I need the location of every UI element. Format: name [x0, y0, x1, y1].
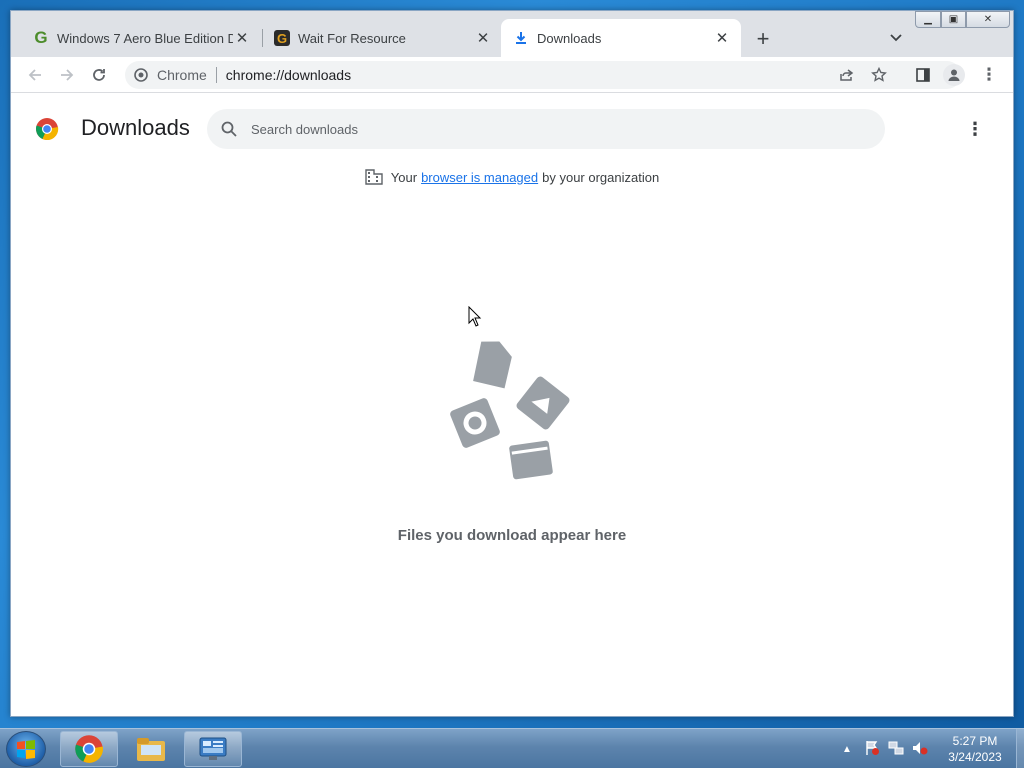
- taskbar-control-panel-icon[interactable]: [184, 731, 242, 767]
- tab-title: Wait For Resource: [298, 30, 406, 46]
- managed-notice: Your browser is managed by your organiza…: [11, 169, 1013, 185]
- chrome-site-icon: [133, 67, 149, 83]
- search-input[interactable]: [251, 121, 851, 137]
- building-icon: [365, 169, 383, 185]
- chrome-logo-icon: [36, 118, 59, 141]
- start-button-windows-logo-icon[interactable]: [6, 731, 46, 767]
- clock-time: 5:27 PM: [952, 734, 998, 748]
- new-tab-button[interactable]: +: [751, 26, 775, 51]
- managed-prefix: Your: [390, 169, 418, 185]
- bookmark-star-icon[interactable]: [871, 67, 887, 83]
- window-controls: ▁ ▣ ✕: [915, 11, 1010, 28]
- network-icon[interactable]: [888, 740, 904, 759]
- profile-avatar-icon[interactable]: [943, 64, 965, 86]
- tab-wait-for-resource[interactable]: G Wait For Resource ✕: [262, 19, 502, 57]
- clock-date: 3/24/2023: [948, 750, 1002, 764]
- page-title: Downloads: [81, 115, 190, 140]
- browser-toolbar: Chrome chrome://downloads ⋮: [11, 57, 1013, 93]
- back-button[interactable]: [23, 63, 47, 87]
- minimize-button[interactable]: ▁: [915, 11, 941, 28]
- address-bar[interactable]: Chrome chrome://downloads: [125, 61, 961, 89]
- site-label: Chrome: [157, 67, 207, 83]
- managed-suffix: by your organization: [542, 169, 660, 185]
- taskbar-file-explorer-icon[interactable]: [122, 731, 180, 767]
- windows-taskbar: ▲ 5:27 PM 3/24/2023: [0, 728, 1024, 768]
- close-tab-icon[interactable]: ✕: [233, 29, 251, 47]
- downloads-page: Downloads ⋮ Your browser is managed by y…: [11, 93, 1013, 716]
- browser-managed-link[interactable]: browser is managed: [421, 170, 538, 185]
- forward-button[interactable]: [55, 63, 79, 87]
- volume-muted-icon[interactable]: [912, 740, 928, 759]
- browser-window: G Windows 7 Aero Blue Edition Do ✕ G Wai…: [10, 10, 1014, 717]
- side-panel-icon[interactable]: [911, 63, 935, 87]
- reload-button[interactable]: [87, 63, 111, 87]
- close-tab-icon[interactable]: ✕: [474, 29, 492, 47]
- share-icon[interactable]: [839, 67, 855, 83]
- download-favicon-icon: [513, 30, 529, 46]
- close-tab-icon[interactable]: ✕: [713, 29, 731, 47]
- system-clock[interactable]: 5:27 PM 3/24/2023: [936, 733, 1014, 765]
- tab-windows7-aero[interactable]: G Windows 7 Aero Blue Edition Do ✕: [21, 19, 261, 57]
- tab-title: Windows 7 Aero Blue Edition Do: [57, 30, 233, 46]
- tab-downloads[interactable]: Downloads ✕: [501, 19, 741, 57]
- downloads-more-actions-icon[interactable]: ⋮: [966, 117, 984, 141]
- tab-search-chevron-icon[interactable]: [885, 27, 907, 49]
- tab-strip: G Windows 7 Aero Blue Edition Do ✕ G Wai…: [11, 11, 1013, 57]
- action-center-flag-icon[interactable]: [864, 740, 880, 759]
- taskbar-chrome-icon[interactable]: [60, 731, 118, 767]
- mouse-cursor-icon: [468, 306, 482, 327]
- maximize-button[interactable]: ▣: [941, 11, 966, 28]
- empty-state-message: Files you download appear here: [397, 527, 627, 544]
- search-icon: [221, 121, 237, 137]
- close-window-button[interactable]: ✕: [966, 11, 1010, 28]
- empty-downloads-illustration: [450, 341, 570, 480]
- search-downloads-bar[interactable]: [207, 109, 885, 149]
- browser-menu-icon[interactable]: ⋮: [977, 63, 1001, 87]
- g-black-favicon-icon: G: [274, 30, 290, 46]
- tab-title: Downloads: [537, 30, 602, 46]
- omnibox-divider: [215, 67, 217, 83]
- show-desktop-button[interactable]: [1016, 729, 1024, 768]
- greenbook-g-favicon-icon: G: [34, 28, 48, 47]
- url-text[interactable]: chrome://downloads: [226, 67, 351, 83]
- show-hidden-icons-icon[interactable]: ▲: [842, 744, 852, 755]
- notification-tray: ▲: [842, 729, 928, 768]
